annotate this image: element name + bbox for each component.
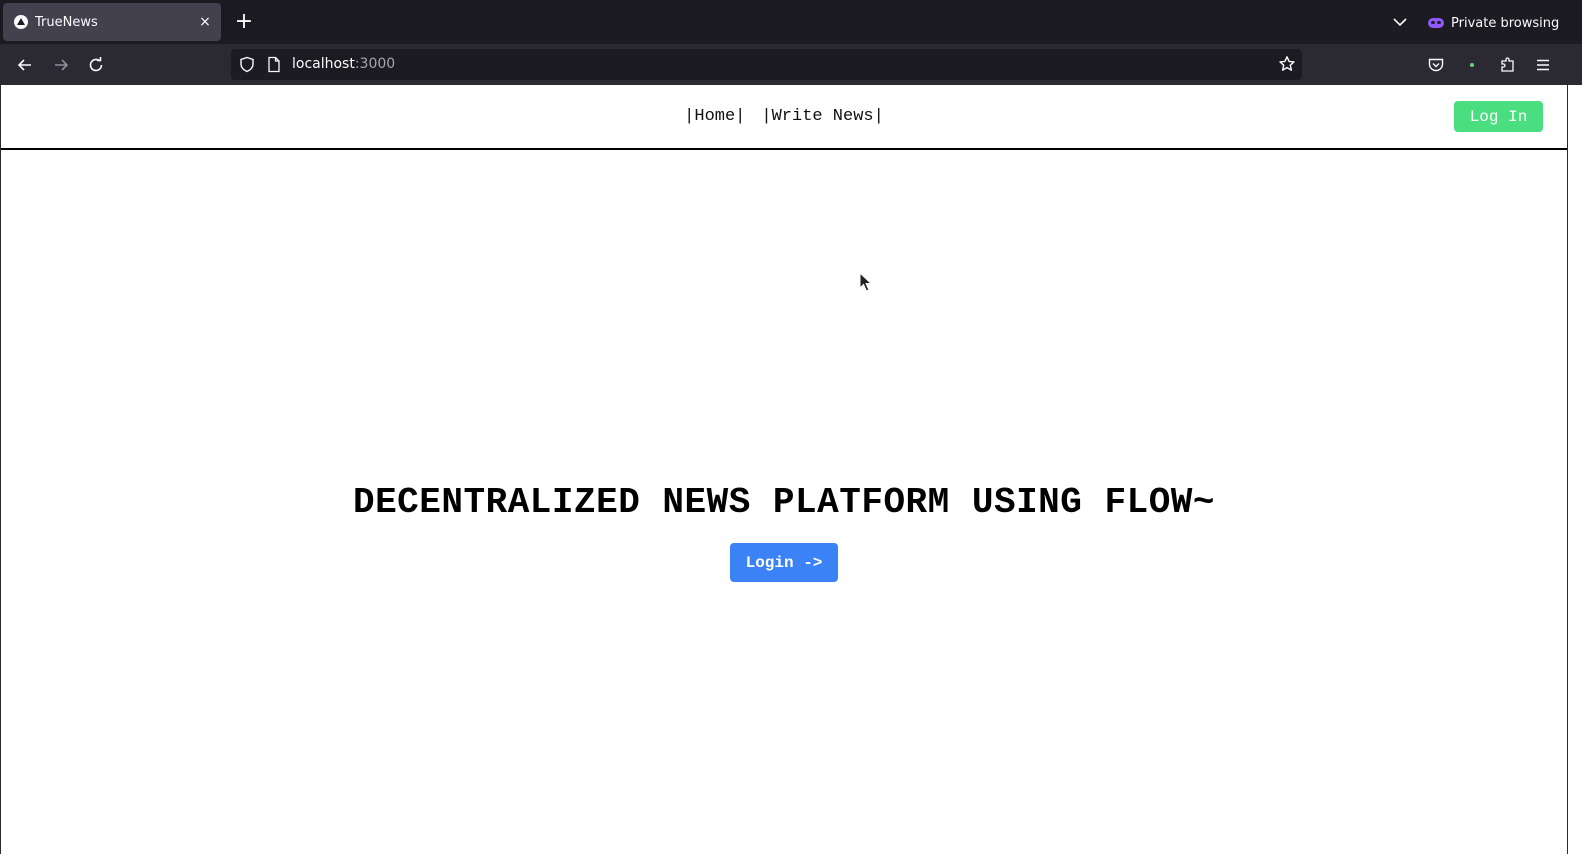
tab-strip: TrueNews × + Private browsing <box>0 0 1582 44</box>
shield-icon[interactable] <box>239 56 255 77</box>
tab-close-icon[interactable]: × <box>193 14 217 30</box>
nav-write-news-link[interactable]: |Write News| <box>761 107 883 126</box>
new-tab-button[interactable]: + <box>232 9 256 35</box>
private-browsing-indicator: Private browsing <box>1428 13 1559 33</box>
private-browsing-label: Private browsing <box>1451 15 1560 31</box>
pocket-icon[interactable] <box>1423 52 1449 78</box>
reload-icon[interactable] <box>83 52 109 78</box>
back-arrow-icon[interactable] <box>12 52 38 78</box>
hamburger-menu-icon[interactable] <box>1530 52 1556 78</box>
window-border <box>0 854 1582 862</box>
site-header: |Home| |Write News| Log In <box>1 85 1567 150</box>
navigation-toolbar: localhost:3000 <box>0 44 1582 85</box>
extension-status-icon[interactable] <box>1459 52 1485 78</box>
url-host: localhost <box>292 56 355 72</box>
login-cta-button[interactable]: Login -> <box>730 543 838 582</box>
url-port: :3000 <box>354 56 396 72</box>
web-page: |Home| |Write News| Log In DECENTRALIZED … <box>1 85 1567 854</box>
private-mask-icon <box>1428 18 1444 28</box>
site-favicon-icon <box>14 15 28 29</box>
extensions-puzzle-icon[interactable] <box>1495 52 1521 78</box>
mouse-cursor-icon <box>859 271 875 298</box>
forward-arrow-icon[interactable] <box>48 52 74 78</box>
address-bar[interactable]: localhost:3000 <box>231 49 1302 80</box>
bookmark-star-icon[interactable] <box>1278 55 1296 77</box>
log-in-button[interactable]: Log In <box>1454 101 1543 132</box>
tab-truenews[interactable]: TrueNews × <box>3 3 221 41</box>
nav-home-link[interactable]: |Home| <box>684 107 745 126</box>
tab-title: TrueNews <box>35 14 98 30</box>
window-border <box>1567 85 1582 862</box>
hero-title: DECENTRALIZED NEWS PLATFORM USING FLOW~ <box>352 482 1216 523</box>
chevron-down-icon[interactable] <box>1390 12 1410 32</box>
site-nav: |Home| |Write News| <box>1 107 1567 126</box>
url-text[interactable]: localhost:3000 <box>292 56 395 72</box>
page-icon[interactable] <box>267 56 281 77</box>
